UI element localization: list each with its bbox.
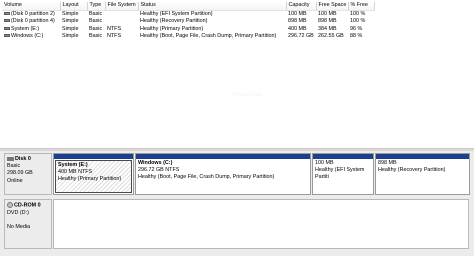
disk-map-pane: Disk 0 Basic 298.09 GB Online System (E:… <box>0 151 474 256</box>
table-row[interactable]: (Disk 0 partition 2) Simple Basic Health… <box>2 10 374 18</box>
volume-name: Windows (C:) <box>11 33 44 39</box>
capacity-cell: 100 MB <box>288 10 307 17</box>
column-header-file-system[interactable]: File System <box>105 2 139 11</box>
free-space-cell: 100 MB <box>318 10 337 17</box>
volume-table: Volume Layout Type File System Status Ca… <box>2 2 375 41</box>
column-header-percent-free[interactable]: % Free <box>348 2 375 11</box>
volume-cell: System (E:) <box>2 26 60 34</box>
table-row[interactable]: System (E:) Simple Basic NTFS Healthy (P… <box>2 26 374 34</box>
type-cell: Basic <box>89 18 103 24</box>
volume-icon <box>4 26 10 30</box>
table-row[interactable]: Windows (C:) Simple Basic NTFS Healthy (… <box>2 33 374 41</box>
volume-name: (Disk 0 partition 2) <box>11 10 55 17</box>
partition-name: System (E:) <box>58 162 88 168</box>
capacity-cell: 400 MB <box>288 25 307 32</box>
file-system-cell <box>105 18 138 26</box>
file-system-cell <box>105 10 138 18</box>
disk-0-row: Disk 0 Basic 298.09 GB Online System (E:… <box>4 153 470 195</box>
volume-icon <box>4 11 10 15</box>
volume-cell: (Disk 0 partition 4) <box>2 18 60 26</box>
capacity-cell: 898 MB <box>288 18 307 24</box>
partition-system-e[interactable]: System (E:) 400 MB NTFS Healthy (Primary… <box>53 153 134 195</box>
disk-0-state: Online <box>7 177 23 184</box>
partition-bar <box>54 154 133 159</box>
free-space-cell: 262.55 GB <box>318 33 344 39</box>
cdrom-0-media: No Media <box>7 223 31 230</box>
column-header-capacity[interactable]: Capacity <box>286 2 317 11</box>
status-cell: Healthy (Recovery Partition) <box>140 18 208 24</box>
status-cell: Healthy (Primary Partition) <box>140 25 204 32</box>
column-header-type[interactable]: Type <box>87 2 106 11</box>
table-row[interactable]: (Disk 0 partition 4) Simple Basic Health… <box>2 18 374 26</box>
disk-0-size: 298.09 GB <box>7 170 33 177</box>
partition-efi[interactable]: 100 MB Healthy (EFI System Partiti <box>312 153 374 195</box>
volume-cell: Windows (C:) <box>2 33 60 41</box>
column-header-status[interactable]: Status <box>138 2 287 11</box>
cdrom-0-drive: DVD (D:) <box>7 209 29 216</box>
partition-name: Windows (C:) <box>138 160 173 166</box>
cd-rom-icon <box>7 202 13 208</box>
column-header-layout[interactable]: Layout <box>60 2 88 11</box>
volume-icon <box>4 19 10 23</box>
percent-free-cell: 100 % <box>350 10 366 17</box>
file-system-cell: NTFS <box>107 25 122 32</box>
volume-table-header: Volume Layout Type File System Status Ca… <box>2 2 375 11</box>
layout-cell: Simple <box>62 10 79 17</box>
partition-size: 898 MB <box>378 160 397 166</box>
disk-0-name: Disk 0 <box>15 156 31 162</box>
volume-name: (Disk 0 partition 4) <box>11 18 55 24</box>
partition-status: Healthy (EFI System Partiti <box>315 167 365 180</box>
status-cell: Healthy (Boot, Page File, Crash Dump, Pr… <box>140 33 277 39</box>
partition-status: Healthy (Recovery Partition) <box>378 167 446 173</box>
partition-size: 296.72 GB NTFS <box>138 167 180 173</box>
percent-free-cell: 100 % <box>350 18 366 24</box>
percent-free-cell: 88 % <box>350 33 363 39</box>
cdrom-0-area[interactable] <box>53 199 469 249</box>
status-cell: Healthy (EFI System Partition) <box>140 10 213 17</box>
type-cell: Basic <box>89 10 103 17</box>
type-cell: Basic <box>89 25 103 32</box>
cdrom-0-row: CD-ROM 0 DVD (D:) No Media <box>4 199 470 249</box>
free-space-cell: 898 MB <box>318 18 337 24</box>
disk-icon <box>7 156 14 161</box>
partition-windows-c[interactable]: Windows (C:) 296.72 GB NTFS Healthy (Boo… <box>135 153 311 195</box>
file-system-cell: NTFS <box>107 33 122 39</box>
volume-cell: (Disk 0 partition 2) <box>2 10 60 18</box>
partition-size: 100 MB <box>315 160 334 166</box>
partition-size: 400 MB NTFS <box>58 169 93 175</box>
type-cell: Basic <box>89 33 103 39</box>
layout-cell: Simple <box>62 25 79 32</box>
watermark-text: Recover Data <box>232 92 263 98</box>
volume-list-pane: Volume Layout Type File System Status Ca… <box>0 0 474 148</box>
column-header-volume[interactable]: Volume <box>2 2 61 11</box>
disk-0-label[interactable]: Disk 0 Basic 298.09 GB Online <box>4 153 52 195</box>
free-space-cell: 384 MB <box>318 25 337 32</box>
volume-name: System (E:) <box>11 25 40 32</box>
volume-icon <box>4 34 10 38</box>
layout-cell: Simple <box>62 18 79 24</box>
cdrom-0-name: CD-ROM 0 <box>14 202 41 209</box>
partition-status: Healthy (Primary Partition) <box>58 176 122 182</box>
partition-recovery[interactable]: 898 MB Healthy (Recovery Partition) <box>375 153 470 195</box>
column-header-free-space[interactable]: Free Space <box>316 2 349 11</box>
percent-free-cell: 96 % <box>350 25 363 32</box>
capacity-cell: 296.72 GB <box>288 33 314 39</box>
layout-cell: Simple <box>62 33 79 39</box>
cdrom-0-label[interactable]: CD-ROM 0 DVD (D:) No Media <box>4 199 52 249</box>
partition-status: Healthy (Boot, Page File, Crash Dump, Pr… <box>138 174 275 180</box>
disk-0-type: Basic <box>7 163 21 170</box>
